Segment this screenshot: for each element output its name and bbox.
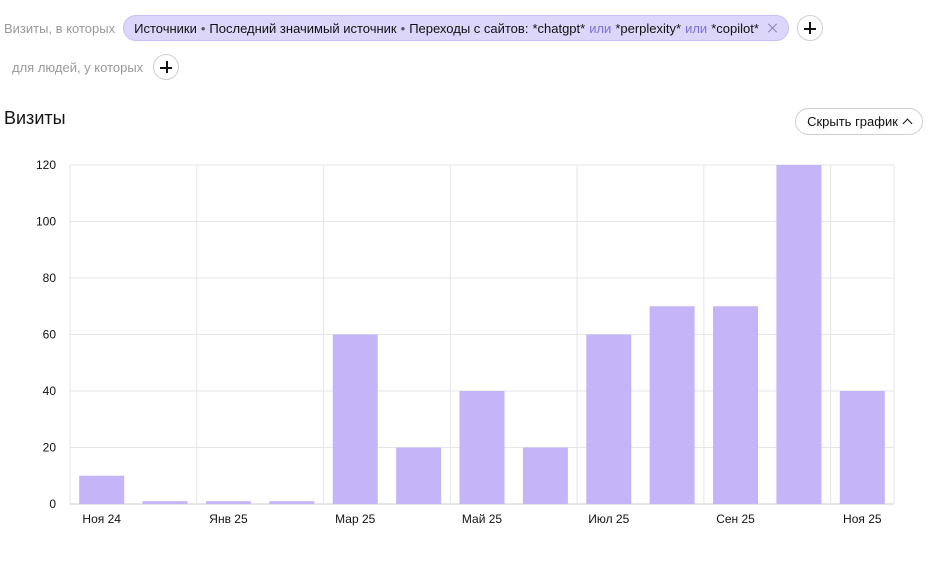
x-tick-label: Май 25 [462,512,503,526]
bar[interactable] [522,447,568,505]
chip-part-referrals: Переходы с сайтов: [409,20,529,36]
chevron-up-icon [902,118,913,128]
bar[interactable] [839,391,885,504]
chip-value-chatgpt: *chatgpt* [532,20,586,36]
y-tick-label: 40 [43,384,57,398]
x-tick-label: Ноя 24 [82,512,121,526]
visits-bar-chart: 0 20 40 60 80 100 120 Ноя 24 Янв 25 Мар 25 Май 25… [36,158,895,526]
chip-separator-dot: • [400,20,406,36]
chip-part-sources: Источники [134,20,197,36]
people-filter-row: для людей, у которых [12,54,180,80]
hide-chart-button[interactable]: Скрыть график [795,108,923,135]
chip-separator-dot: • [200,20,206,36]
chart-title: Визиты [4,108,66,128]
x-tick-label: Янв 25 [209,512,248,526]
y-axis-ticks: 0 20 40 60 80 100 120 [36,158,56,511]
add-people-condition-button[interactable] [153,54,180,80]
x-axis-ticks: Ноя 24 Янв 25 Мар 25 Май 25 Июл 25 Сен 25 Ноя … [82,512,881,526]
chip-or-label: или [589,20,612,36]
bar[interactable] [269,501,315,504]
y-tick-label: 0 [49,497,56,511]
people-filter-label: для людей, у которых [12,59,144,75]
x-tick-label: Ноя 25 [843,512,882,526]
x-tick-label: Июл 25 [588,512,629,526]
source-filter-chip[interactable]: Источники • Последний значимый источник … [123,15,789,41]
y-tick-label: 100 [36,215,56,229]
x-tick-label: Сен 25 [716,512,755,526]
bar[interactable] [205,501,251,504]
bar[interactable] [776,165,822,504]
chip-part-last-source: Последний значимый источник [209,20,397,36]
bar[interactable] [79,475,125,504]
bar[interactable] [396,447,442,505]
close-icon[interactable] [767,22,779,34]
y-tick-label: 120 [36,158,56,172]
bar[interactable] [459,391,505,504]
bar[interactable] [332,334,378,505]
visits-filter-row: Визиты, в которых Источники • Последний … [4,15,823,41]
hide-chart-label: Скрыть график [807,114,898,129]
bar[interactable] [142,501,188,504]
bar[interactable] [586,334,632,505]
chip-or-label: или [685,20,708,36]
chip-value-perplexity: *perplexity* [615,20,682,36]
bar[interactable] [649,306,695,504]
add-visit-condition-button[interactable] [796,15,823,41]
visits-filter-label: Визиты, в которых [4,20,116,36]
y-tick-label: 80 [43,271,57,285]
y-tick-label: 60 [43,328,57,342]
bar[interactable] [713,306,759,504]
chip-value-copilot: *copilot* [711,20,759,36]
x-tick-label: Мар 25 [335,512,375,526]
y-tick-label: 20 [43,441,57,455]
